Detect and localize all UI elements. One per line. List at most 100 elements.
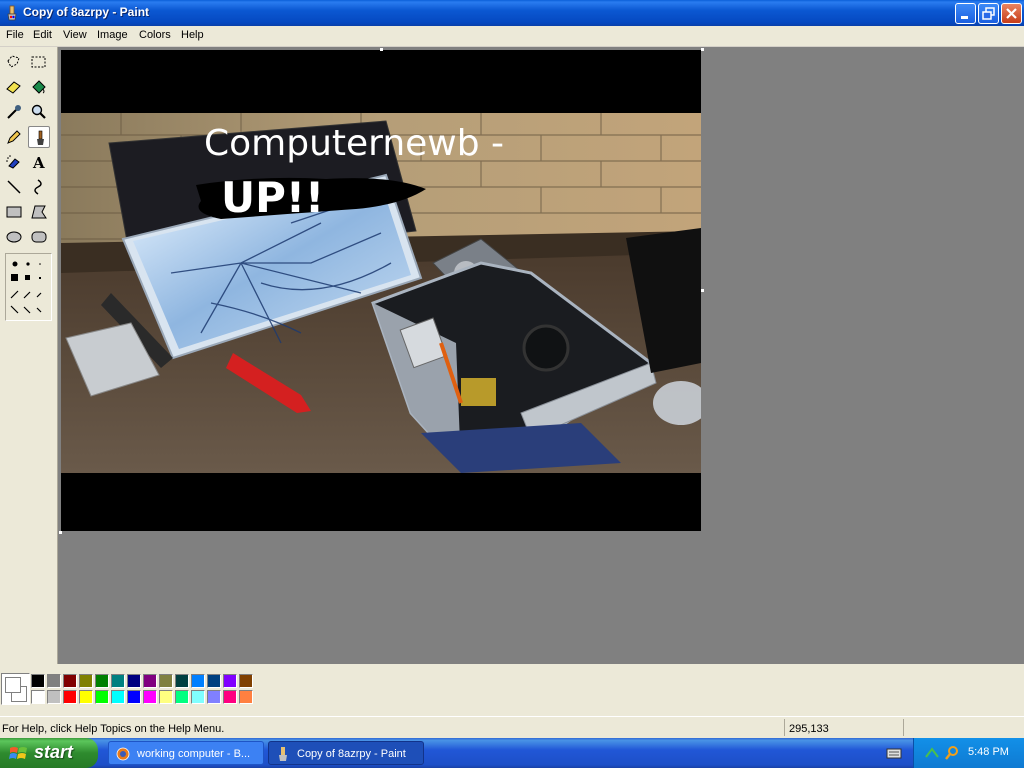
cursor-coordinates: 295,133 [789, 723, 829, 735]
line-tool[interactable] [3, 176, 25, 198]
palette-color-swatch[interactable] [127, 690, 141, 704]
clock: 5:48 PM [968, 746, 1009, 758]
resize-handle-right[interactable] [701, 289, 704, 292]
resize-handle-top[interactable] [380, 48, 383, 51]
palette-color-swatch[interactable] [111, 674, 125, 688]
text-tool[interactable]: A [28, 151, 50, 173]
start-button[interactable]: start [0, 738, 98, 768]
palette-color-swatch[interactable] [159, 690, 173, 704]
palette-color-swatch[interactable] [127, 674, 141, 688]
palette-color-swatch[interactable] [95, 674, 109, 688]
palette-color-swatch[interactable] [63, 690, 77, 704]
palette-color-swatch[interactable] [143, 674, 157, 688]
menu-image[interactable]: Image [97, 29, 128, 41]
eraser-tool[interactable] [3, 76, 25, 98]
palette-color-swatch[interactable] [79, 674, 93, 688]
taskbar: start working computer - B... Copy of 8a… [0, 738, 1024, 768]
broken-computer-photo [61, 113, 701, 473]
curve-tool[interactable] [28, 176, 50, 198]
palette-color-swatch[interactable] [63, 674, 77, 688]
menu-bar: File Edit View Image Colors Help [0, 26, 1024, 47]
free-form-select-icon [7, 55, 20, 68]
toolbox: A [0, 47, 58, 664]
palette-color-swatch[interactable] [207, 674, 221, 688]
close-button[interactable] [1001, 3, 1022, 24]
menu-edit[interactable]: Edit [33, 29, 52, 41]
canvas-text-computernewb: Computernewb - [204, 123, 505, 164]
palette-color-swatch[interactable] [239, 674, 253, 688]
canvas-workspace[interactable]: Computernewb - UP!! [58, 47, 1024, 664]
ellipse-tool[interactable] [3, 226, 25, 248]
status-divider [903, 719, 904, 736]
menu-colors[interactable]: Colors [139, 29, 171, 41]
magnifier-tool[interactable] [28, 101, 50, 123]
menu-help[interactable]: Help [181, 29, 204, 41]
text-icon: A [32, 154, 45, 171]
line-icon [7, 180, 21, 194]
palette-color-swatch[interactable] [191, 690, 205, 704]
search-icon[interactable] [944, 745, 960, 761]
palette-color-swatch[interactable] [31, 674, 45, 688]
free-form-select-tool[interactable] [3, 51, 25, 73]
keyboard-icon[interactable] [886, 746, 902, 760]
resize-handle-top-right[interactable] [701, 48, 704, 51]
minimize-button[interactable] [955, 3, 976, 24]
pick-color-tool[interactable] [3, 101, 25, 123]
color-palette [0, 664, 1024, 714]
palette-color-swatch[interactable] [143, 690, 157, 704]
palette-color-swatch[interactable] [31, 690, 45, 704]
menu-view[interactable]: View [63, 29, 87, 41]
canvas-text-up: UP!! [221, 173, 325, 222]
palette-color-swatch[interactable] [47, 674, 61, 688]
window-title: Copy of 8azrpy - Paint [23, 5, 150, 19]
polygon-tool[interactable] [28, 201, 50, 223]
taskbar-item-browser[interactable]: working computer - B... [108, 741, 264, 765]
taskbar-item-paint[interactable]: Copy of 8azrpy - Paint [268, 741, 424, 765]
drawing-canvas[interactable]: Computernewb - UP!! [61, 50, 701, 531]
airbrush-icon [6, 155, 20, 169]
brush-icon [37, 130, 44, 145]
palette-color-swatch[interactable] [111, 690, 125, 704]
current-colors[interactable] [1, 673, 30, 705]
menu-file[interactable]: File [6, 29, 24, 41]
polygon-icon [31, 205, 47, 219]
palette-color-swatch[interactable] [47, 690, 61, 704]
taskbar-item-label: Copy of 8azrpy - Paint [297, 748, 406, 760]
brush-tool[interactable] [28, 126, 50, 148]
palette-color-swatch[interactable] [175, 674, 189, 688]
palette-color-swatch[interactable] [207, 690, 221, 704]
palette-color-swatch[interactable] [159, 674, 173, 688]
pick-color-icon [7, 105, 21, 119]
title-bar[interactable]: Copy of 8azrpy - Paint [0, 0, 1024, 26]
rounded-rectangle-tool[interactable] [28, 226, 50, 248]
paint-app-icon [7, 5, 17, 21]
airbrush-tool[interactable] [3, 151, 25, 173]
ellipse-icon [6, 231, 22, 243]
system-tray: 5:48 PM [913, 738, 1024, 768]
resize-handle-bottom-left[interactable] [59, 531, 62, 534]
palette-color-swatch[interactable] [175, 690, 189, 704]
status-divider [784, 719, 785, 736]
brush-shape-options[interactable] [5, 253, 52, 321]
status-bar: For Help, click Help Topics on the Help … [0, 716, 1024, 739]
magnifier-icon [31, 104, 46, 119]
palette-color-swatch[interactable] [223, 690, 237, 704]
status-help-text: For Help, click Help Topics on the Help … [2, 723, 225, 735]
minimize-icon [961, 16, 968, 19]
restore-icon [982, 7, 995, 20]
palette-color-swatch[interactable] [79, 690, 93, 704]
fill-tool[interactable] [28, 76, 50, 98]
pencil-tool[interactable] [3, 126, 25, 148]
maximize-button[interactable] [978, 3, 999, 24]
pencil-icon [7, 130, 21, 144]
palette-color-swatch[interactable] [191, 674, 205, 688]
rectangle-tool[interactable] [3, 201, 25, 223]
brush-shapes-icon [10, 261, 42, 314]
palette-color-swatch[interactable] [239, 690, 253, 704]
paint-app-icon [279, 747, 287, 761]
palette-color-swatch[interactable] [223, 674, 237, 688]
select-tool[interactable] [28, 51, 50, 73]
palette-color-swatch[interactable] [95, 690, 109, 704]
eraser-icon [6, 81, 21, 94]
network-icon[interactable] [924, 745, 940, 761]
